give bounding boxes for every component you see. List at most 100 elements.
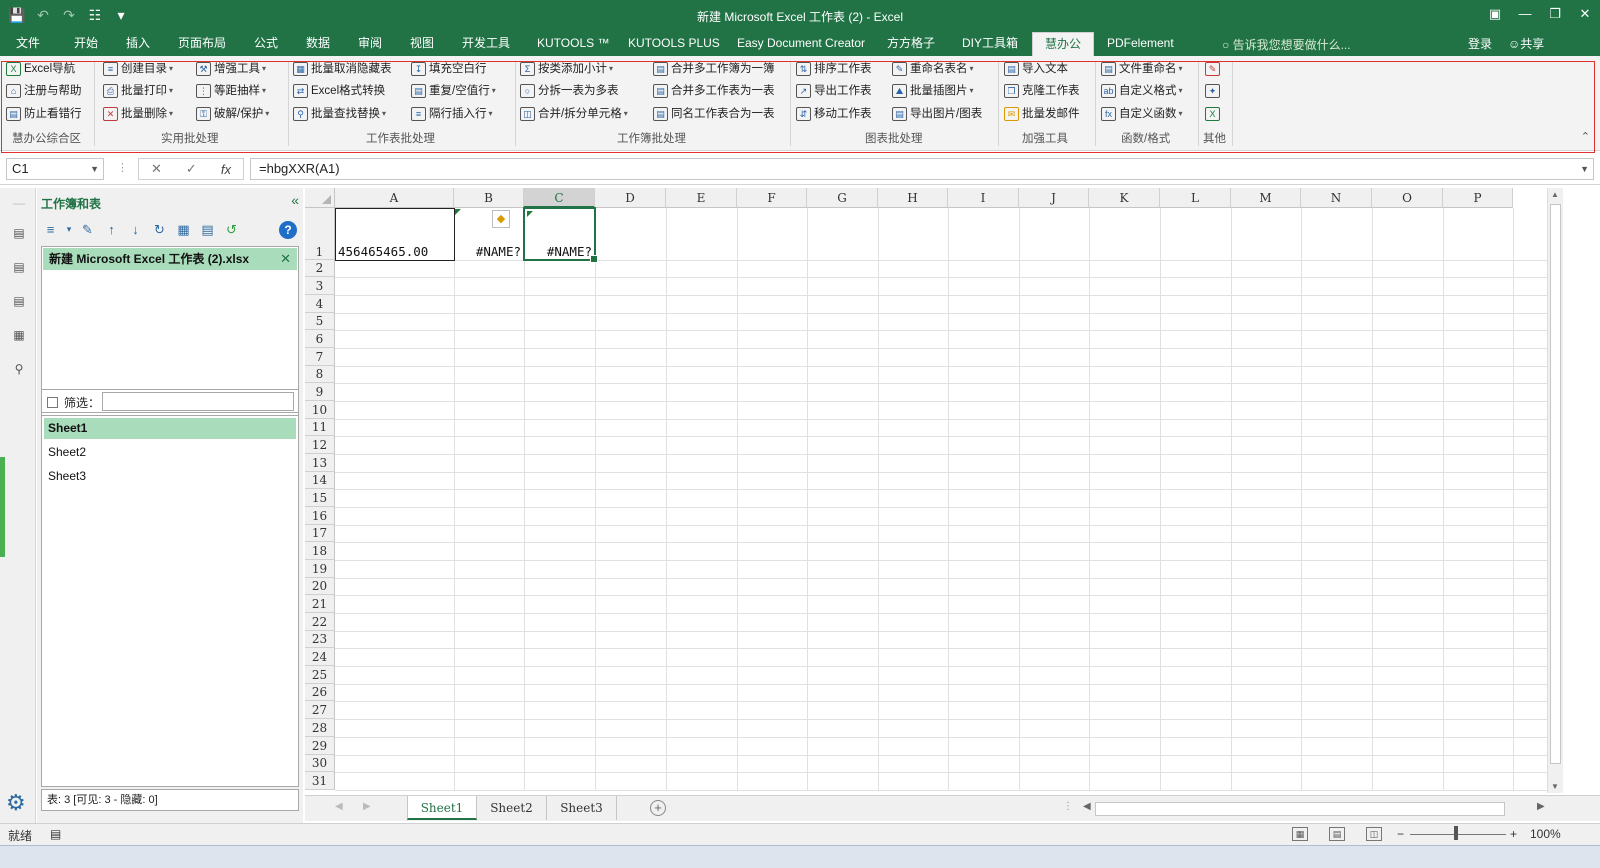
tab-pdfelement[interactable]: PDFelement (1107, 32, 1174, 56)
name-box[interactable]: C1 ▼ (6, 158, 104, 180)
create-toc-button[interactable]: ≡ 创建目录 ▾ (103, 60, 173, 78)
row-header-21[interactable]: 21 (305, 595, 335, 613)
batch-print-button[interactable]: ⎙ 批量打印 ▾ (103, 82, 173, 100)
column-header-c[interactable]: C (524, 188, 595, 208)
batch-unhide-sheets-button[interactable]: ▦ 批量取消隐藏表 (293, 60, 392, 78)
row-header-20[interactable]: 20 (305, 578, 335, 595)
cancel-icon[interactable]: ✕ (151, 161, 162, 177)
column-header-f[interactable]: F (737, 188, 807, 208)
sheet-tab-sheet1[interactable]: Sheet1 (407, 796, 477, 820)
batch-insert-images-button[interactable]: ⛰ 批量插图片 ▾ (892, 82, 974, 100)
scroll-tabs-right-icon[interactable]: ▶ (363, 801, 371, 812)
sign-in-link[interactable]: 登录 (1468, 35, 1492, 52)
rename-sheets-button[interactable]: ✎ 重命名表名 ▾ (892, 60, 974, 78)
column-header-g[interactable]: G (807, 188, 878, 208)
error-warning-icon[interactable]: ◆ (492, 210, 510, 228)
add-sheet-icon[interactable]: + (650, 800, 666, 816)
sort-descending-icon[interactable]: ↓ (126, 220, 145, 239)
row-header-27[interactable]: 27 (305, 701, 335, 719)
column-header-a[interactable]: A (335, 188, 454, 208)
move-sheets-button[interactable]: ⇵ 移动工作表 (796, 105, 872, 123)
sheet-edit-icon[interactable]: ▤ (198, 220, 217, 239)
row-header-19[interactable]: 19 (305, 560, 335, 578)
column-header-l[interactable]: L (1160, 188, 1231, 208)
panel-splitter[interactable] (0, 457, 5, 557)
help-icon[interactable]: ? (279, 221, 297, 239)
tab-kutools-plus[interactable]: KUTOOLS PLUS (628, 32, 720, 56)
workbook-sheets-icon[interactable]: ▤ (10, 226, 28, 242)
add-subtotal-button[interactable]: Σ 按类添加小计 ▾ (520, 60, 613, 78)
tab-page-layout[interactable]: 页面布局 (178, 32, 226, 56)
filter-checkbox[interactable] (47, 397, 58, 408)
row-header-3[interactable]: 3 (305, 277, 335, 295)
row-header-9[interactable]: 9 (305, 383, 335, 401)
column-header-p[interactable]: P (1443, 188, 1513, 208)
sheet-list-item-sheet1[interactable]: Sheet1 (44, 418, 296, 439)
tab-diy-toolbox[interactable]: DIY工具箱 (962, 32, 1018, 56)
tab-easy-document-creator[interactable]: Easy Document Creator (737, 32, 865, 56)
column-header-o[interactable]: O (1372, 188, 1443, 208)
normal-view-icon[interactable]: ▦ (1292, 827, 1308, 841)
sheet-settings-icon[interactable]: ▦ (174, 220, 193, 239)
row-header-5[interactable]: 5 (305, 313, 335, 330)
page-layout-view-icon[interactable]: ▤ (1329, 827, 1345, 841)
row-header-7[interactable]: 7 (305, 348, 335, 366)
tab-view[interactable]: 视图 (410, 32, 434, 56)
tab-review[interactable]: 审阅 (358, 32, 382, 56)
zoom-out-icon[interactable]: − (1397, 827, 1404, 841)
row-header-30[interactable]: 30 (305, 755, 335, 772)
split-table-button[interactable]: ○ 分拆一表为多表 (520, 82, 619, 100)
sheet-tab-sheet2[interactable]: Sheet2 (477, 796, 547, 820)
row-header-12[interactable]: 12 (305, 436, 335, 454)
row-header-1[interactable]: 1 (305, 208, 335, 260)
import-text-button[interactable]: ▤ 导入文本 (1004, 60, 1068, 78)
dropdown-icon[interactable]: ▾ (65, 220, 73, 239)
column-header-n[interactable]: N (1301, 188, 1372, 208)
sort-sheets-button[interactable]: ⇅ 排序工作表 (796, 60, 872, 78)
filter-input[interactable] (102, 392, 294, 411)
other-tool-2-button[interactable]: ✦ (1205, 82, 1223, 100)
row-header-31[interactable]: 31 (305, 772, 335, 790)
row-header-26[interactable]: 26 (305, 684, 335, 701)
interlace-insert-rows-button[interactable]: ≡ 隔行插入行 ▾ (411, 105, 493, 123)
custom-format-button[interactable]: ab 自定义格式 ▾ (1101, 82, 1183, 100)
column-header-e[interactable]: E (666, 188, 737, 208)
row-header-15[interactable]: 15 (305, 489, 335, 507)
zoom-slider-thumb[interactable] (1454, 826, 1458, 840)
row-header-16[interactable]: 16 (305, 507, 335, 525)
name-manager-icon[interactable]: ▤ (10, 294, 28, 310)
sort-ascending-icon[interactable]: ↑ (102, 220, 121, 239)
tab-formulas[interactable]: 公式 (254, 32, 278, 56)
prevent-misread-button[interactable]: ▤ 防止看错行 (6, 105, 82, 123)
enter-icon[interactable]: ✓ (186, 161, 197, 177)
tab-splitter-icon[interactable]: ⋮ (1063, 801, 1073, 812)
row-header-23[interactable]: 23 (305, 631, 335, 648)
export-images-charts-button[interactable]: ▤ 导出图片/图表 (892, 105, 982, 123)
other-tool-1-button[interactable]: ✎ (1205, 60, 1223, 78)
hscroll-left-icon[interactable]: ◀ (1083, 801, 1091, 812)
export-sheets-button[interactable]: ↗ 导出工作表 (796, 82, 872, 100)
sheet-tab-sheet3[interactable]: Sheet3 (547, 796, 617, 820)
duplicate-empty-rows-button[interactable]: ▤ 重复/空值行 ▾ (411, 82, 496, 100)
collapse-panel-icon[interactable]: « (291, 192, 299, 208)
macro-record-icon[interactable]: ▤ (50, 827, 61, 841)
merge-worksheets-button[interactable]: ▤ 合并多工作表为一表 (653, 82, 775, 100)
fill-blank-rows-button[interactable]: ↧ 填充空白行 (411, 60, 487, 78)
zoom-slider[interactable] (1410, 834, 1506, 835)
tab-huibangong[interactable]: 慧办公 (1032, 32, 1095, 56)
spreadsheet-grid[interactable]: A B C D E F G H I J K L M N O P 1 2 3 4 5 6 7 8 9 10 11 12 13 14 15 16 1… (305, 188, 1600, 793)
hscroll-right-icon[interactable]: ▶ (1537, 801, 1545, 812)
close-icon[interactable]: ✕ (280, 248, 291, 270)
vertical-scroll-thumb[interactable] (1550, 204, 1561, 764)
merge-workbooks-button[interactable]: ▤ 合并多工作簿为一簿 (653, 60, 775, 78)
expand-formula-icon[interactable]: ▼ (1580, 159, 1589, 179)
row-header-13[interactable]: 13 (305, 454, 335, 472)
refresh-icon[interactable]: ↻ (150, 220, 169, 239)
column-header-b[interactable]: B (454, 188, 524, 208)
crack-protect-button[interactable]: ⚿ 破解/保护 ▾ (196, 105, 269, 123)
tab-data[interactable]: 数据 (306, 32, 330, 56)
enhance-tools-button[interactable]: ⚒ 增强工具 ▾ (196, 60, 266, 78)
row-header-10[interactable]: 10 (305, 401, 335, 419)
collapse-ribbon-icon[interactable]: ⌃ (1581, 130, 1590, 143)
row-header-25[interactable]: 25 (305, 666, 335, 684)
